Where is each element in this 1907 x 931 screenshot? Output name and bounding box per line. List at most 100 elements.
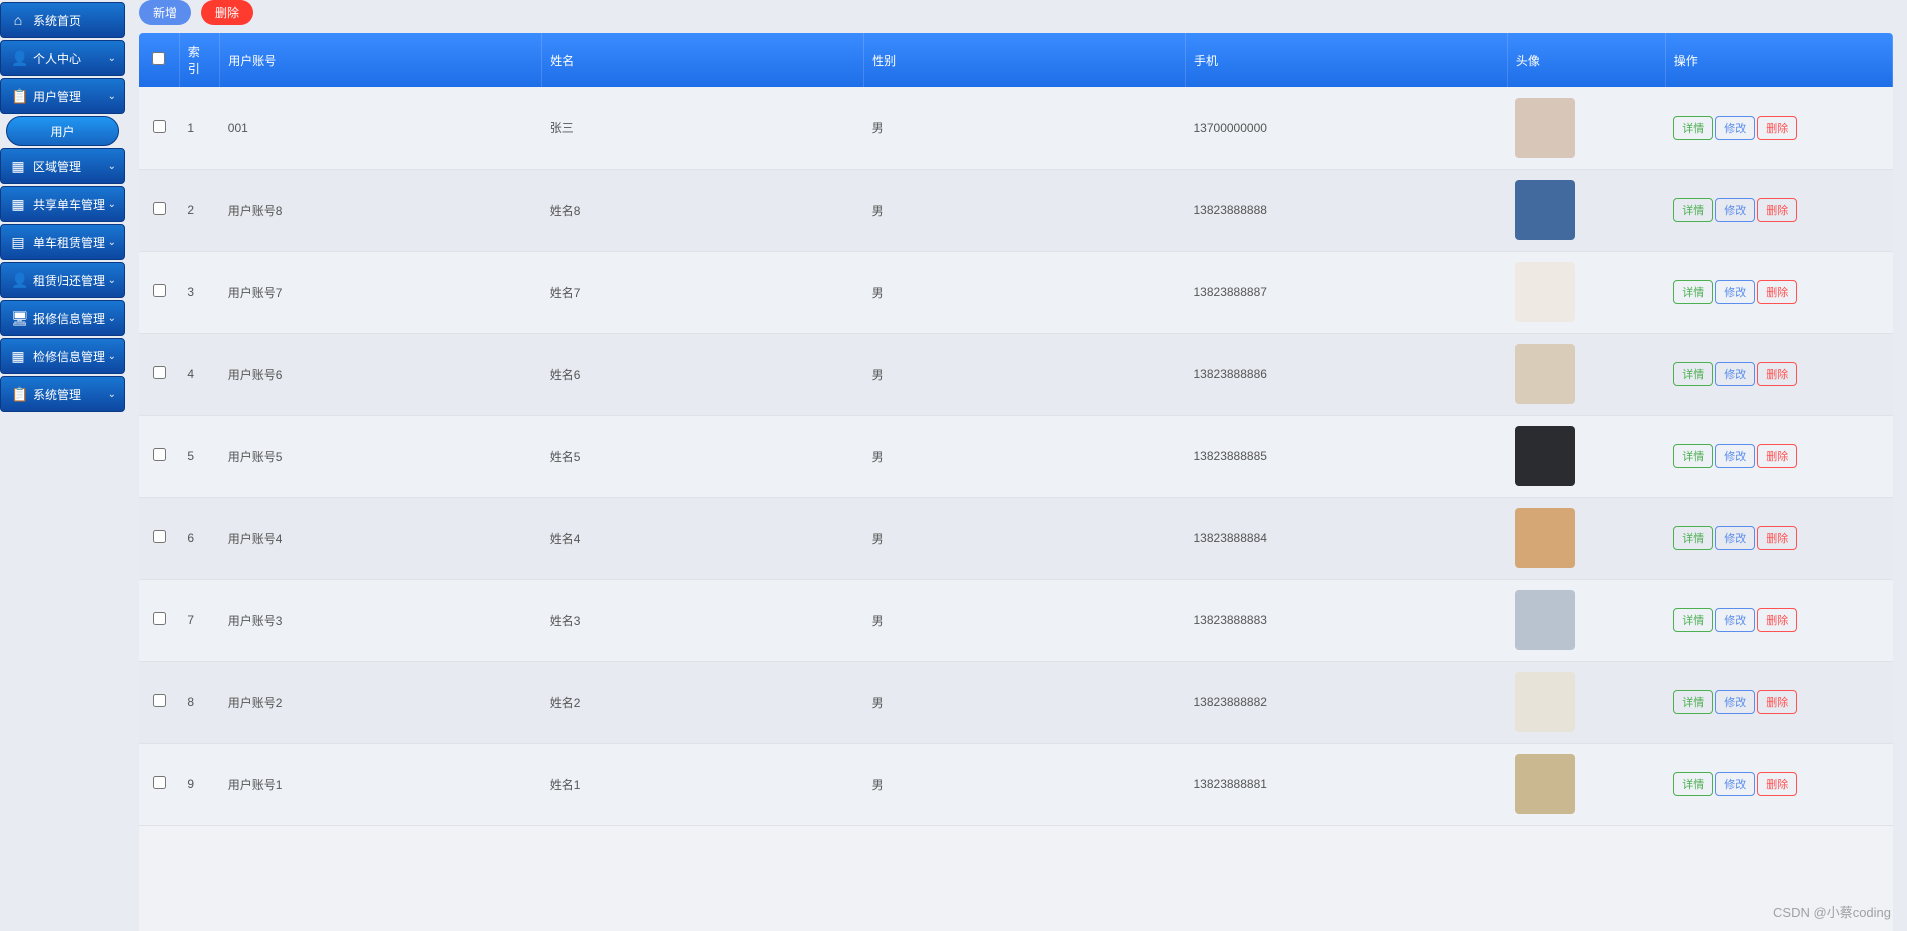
sidebar-item-label: 用户管理 bbox=[33, 88, 81, 105]
header-phone: 手机 bbox=[1186, 33, 1508, 87]
chevron-down-icon: ⌄ bbox=[108, 351, 116, 362]
row-checkbox[interactable] bbox=[153, 366, 166, 379]
row-checkbox[interactable] bbox=[153, 530, 166, 543]
row-delete-button[interactable]: 删除 bbox=[1757, 280, 1797, 304]
cell-index: 3 bbox=[179, 251, 219, 333]
edit-button[interactable]: 修改 bbox=[1715, 608, 1755, 632]
row-delete-button[interactable]: 删除 bbox=[1757, 690, 1797, 714]
sidebar-item-2[interactable]: 📋用户管理⌄ bbox=[0, 78, 125, 114]
edit-button[interactable]: 修改 bbox=[1715, 526, 1755, 550]
cell-avatar bbox=[1507, 87, 1665, 169]
row-checkbox[interactable] bbox=[153, 612, 166, 625]
sidebar-item-4[interactable]: ▦区域管理⌄ bbox=[0, 148, 125, 184]
toolbar: 新增 删除 bbox=[139, 0, 1893, 33]
cell-phone: 13823888882 bbox=[1186, 661, 1508, 743]
cell-account: 用户账号1 bbox=[220, 743, 542, 825]
cell-ops: 详情修改删除 bbox=[1665, 415, 1892, 497]
cell-index: 7 bbox=[179, 579, 219, 661]
menu-icon: ▦ bbox=[11, 158, 25, 175]
row-checkbox[interactable] bbox=[153, 776, 166, 789]
header-ops: 操作 bbox=[1665, 33, 1892, 87]
detail-button[interactable]: 详情 bbox=[1673, 690, 1713, 714]
edit-button[interactable]: 修改 bbox=[1715, 690, 1755, 714]
cell-index: 9 bbox=[179, 743, 219, 825]
cell-phone: 13823888884 bbox=[1186, 497, 1508, 579]
detail-button[interactable]: 详情 bbox=[1673, 280, 1713, 304]
sidebar-item-6[interactable]: ▤单车租赁管理⌄ bbox=[0, 224, 125, 260]
detail-button[interactable]: 详情 bbox=[1673, 362, 1713, 386]
row-delete-button[interactable]: 删除 bbox=[1757, 198, 1797, 222]
cell-name: 姓名7 bbox=[542, 251, 864, 333]
sidebar-item-label: 系统首页 bbox=[33, 12, 81, 29]
sidebar: ⌂系统首页 👤 个人中心 ⌄ 📋用户管理⌄ 用户 ▦区域管理⌄▦共享单车管理⌄▤单车租赁管理… bbox=[0, 0, 125, 931]
cell-index: 1 bbox=[179, 87, 219, 169]
sidebar-item-1[interactable]: 👤个人中心⌄ bbox=[0, 40, 125, 76]
row-delete-button[interactable]: 删除 bbox=[1757, 608, 1797, 632]
edit-button[interactable]: 修改 bbox=[1715, 116, 1755, 140]
sidebar-item-3[interactable]: 用户 bbox=[6, 116, 119, 146]
detail-button[interactable]: 详情 bbox=[1673, 772, 1713, 796]
cell-name: 张三 bbox=[542, 87, 864, 169]
sidebar-item-label: 个人中心 bbox=[33, 50, 81, 67]
sidebar-item-9[interactable]: ▦检修信息管理⌄ bbox=[0, 338, 125, 374]
avatar bbox=[1515, 98, 1575, 158]
row-delete-button[interactable]: 删除 bbox=[1757, 772, 1797, 796]
add-button[interactable]: 新增 bbox=[139, 0, 191, 25]
sidebar-item-7[interactable]: 👤租赁归还管理⌄ bbox=[0, 262, 125, 298]
detail-button[interactable]: 详情 bbox=[1673, 116, 1713, 140]
menu-icon: ▦ bbox=[11, 196, 25, 213]
row-delete-button[interactable]: 删除 bbox=[1757, 444, 1797, 468]
row-delete-button[interactable]: 删除 bbox=[1757, 526, 1797, 550]
cell-name: 姓名8 bbox=[542, 169, 864, 251]
delete-button[interactable]: 删除 bbox=[201, 0, 253, 25]
cell-gender: 男 bbox=[864, 87, 1186, 169]
cell-phone: 13823888886 bbox=[1186, 333, 1508, 415]
cell-gender: 男 bbox=[864, 579, 1186, 661]
chevron-down-icon: ⌄ bbox=[108, 199, 116, 210]
edit-button[interactable]: 修改 bbox=[1715, 444, 1755, 468]
cell-index: 4 bbox=[179, 333, 219, 415]
table-container: 索引 用户账号 姓名 性别 手机 头像 操作 1001张三男1370000000… bbox=[139, 33, 1893, 931]
edit-button[interactable]: 修改 bbox=[1715, 280, 1755, 304]
menu-icon: 👤 bbox=[11, 272, 25, 289]
detail-button[interactable]: 详情 bbox=[1673, 608, 1713, 632]
header-checkbox bbox=[139, 33, 179, 87]
chevron-down-icon: ⌄ bbox=[108, 389, 116, 400]
detail-button[interactable]: 详情 bbox=[1673, 198, 1713, 222]
detail-button[interactable]: 详情 bbox=[1673, 444, 1713, 468]
row-checkbox[interactable] bbox=[153, 284, 166, 297]
cell-ops: 详情修改删除 bbox=[1665, 251, 1892, 333]
table-row: 3用户账号7姓名7男13823888887详情修改删除 bbox=[139, 251, 1893, 333]
row-checkbox[interactable] bbox=[153, 694, 166, 707]
cell-ops: 详情修改删除 bbox=[1665, 169, 1892, 251]
sidebar-item-label: 用户 bbox=[50, 123, 74, 140]
sidebar-item-10[interactable]: 📋系统管理⌄ bbox=[0, 376, 125, 412]
cell-avatar bbox=[1507, 661, 1665, 743]
row-checkbox[interactable] bbox=[153, 448, 166, 461]
cell-ops: 详情修改删除 bbox=[1665, 661, 1892, 743]
row-checkbox[interactable] bbox=[153, 202, 166, 215]
detail-button[interactable]: 详情 bbox=[1673, 526, 1713, 550]
cell-index: 8 bbox=[179, 661, 219, 743]
avatar bbox=[1515, 672, 1575, 732]
cell-phone: 13700000000 bbox=[1186, 87, 1508, 169]
chevron-down-icon: ⌄ bbox=[108, 53, 116, 64]
sidebar-item-5[interactable]: ▦共享单车管理⌄ bbox=[0, 186, 125, 222]
row-checkbox[interactable] bbox=[153, 120, 166, 133]
cell-ops: 详情修改删除 bbox=[1665, 497, 1892, 579]
edit-button[interactable]: 修改 bbox=[1715, 362, 1755, 386]
cell-account: 001 bbox=[220, 87, 542, 169]
chevron-down-icon: ⌄ bbox=[108, 237, 116, 248]
row-delete-button[interactable]: 删除 bbox=[1757, 116, 1797, 140]
row-delete-button[interactable]: 删除 bbox=[1757, 362, 1797, 386]
header-name: 姓名 bbox=[542, 33, 864, 87]
sidebar-item-8[interactable]: 🖥报修信息管理⌄ bbox=[0, 300, 125, 336]
edit-button[interactable]: 修改 bbox=[1715, 198, 1755, 222]
edit-button[interactable]: 修改 bbox=[1715, 772, 1755, 796]
cell-gender: 男 bbox=[864, 333, 1186, 415]
sidebar-item-label: 检修信息管理 bbox=[33, 348, 105, 365]
sidebar-item-0[interactable]: ⌂系统首页 bbox=[0, 2, 125, 38]
select-all-checkbox[interactable] bbox=[152, 52, 165, 65]
cell-gender: 男 bbox=[864, 169, 1186, 251]
cell-account: 用户账号6 bbox=[220, 333, 542, 415]
